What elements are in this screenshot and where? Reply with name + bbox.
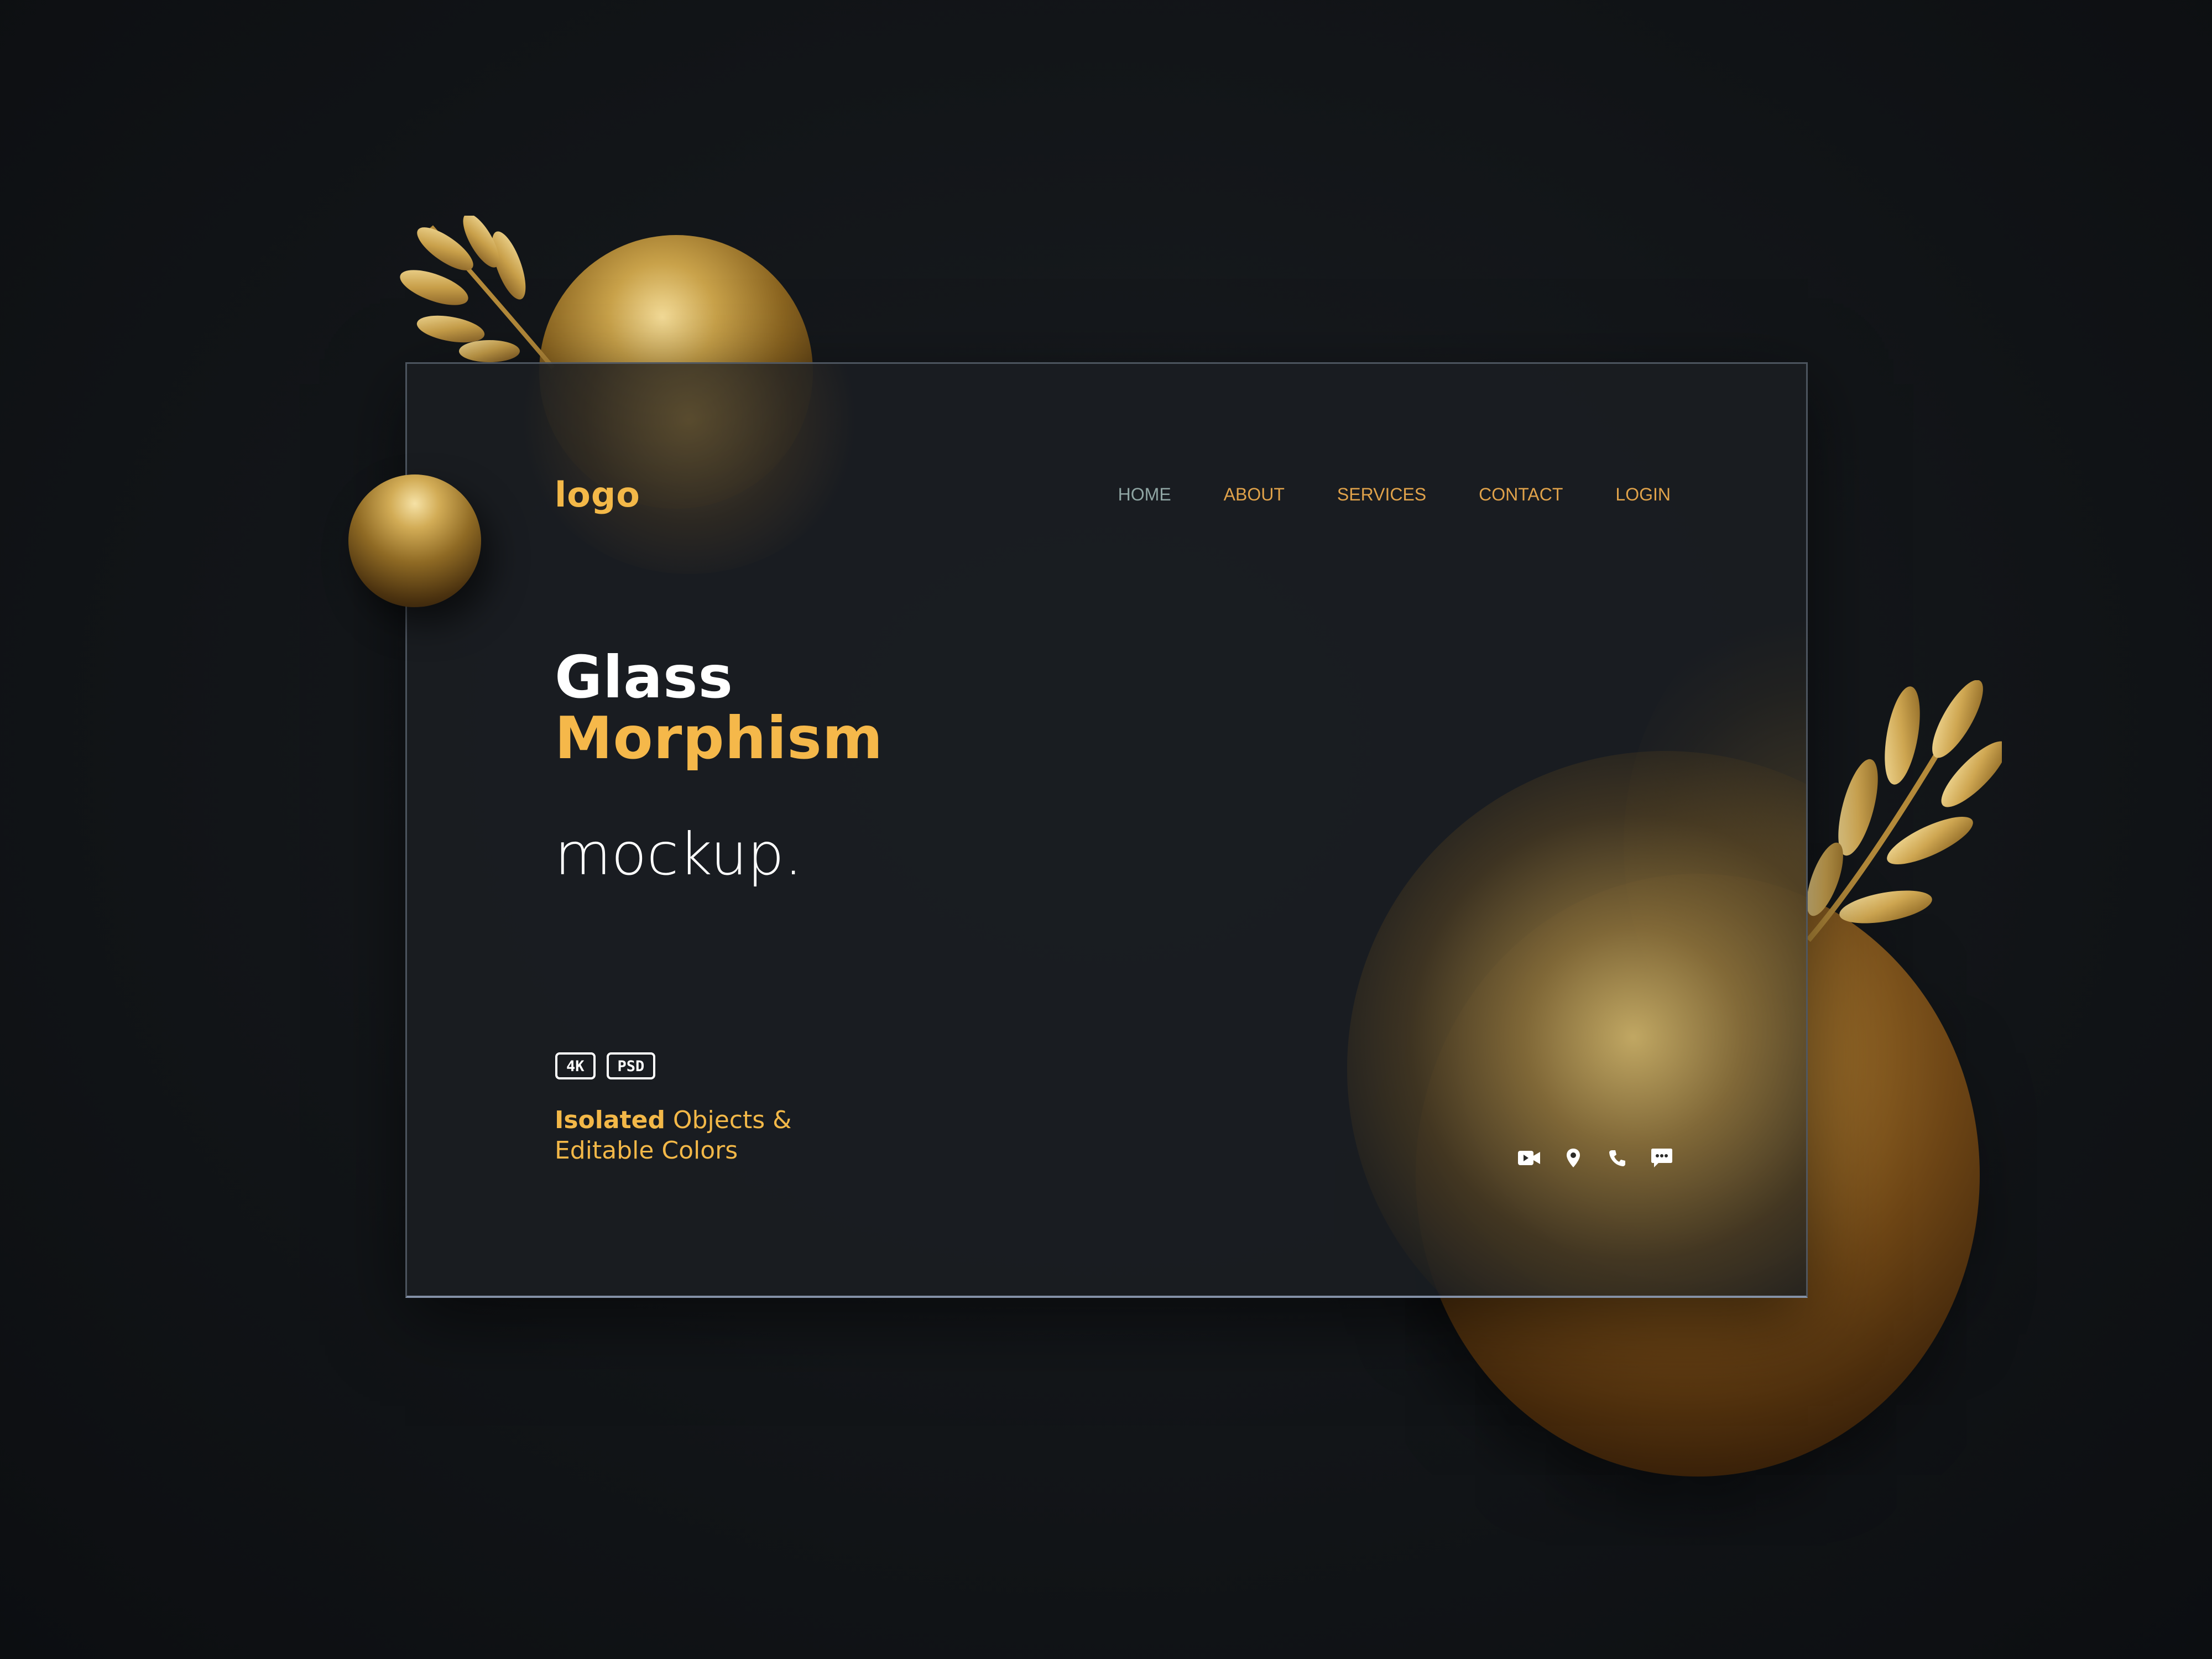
main-nav: HOME ABOUT SERVICES CONTACT LOGIN — [1118, 484, 1671, 505]
gold-leaf-top-decoration — [398, 213, 575, 371]
format-badges: 4K PSD — [555, 1052, 656, 1079]
logo[interactable]: logo — [555, 474, 640, 515]
phone-icon[interactable] — [1606, 1146, 1629, 1170]
badge-psd: PSD — [606, 1052, 656, 1079]
badge-4k: 4K — [555, 1052, 596, 1079]
location-pin-icon[interactable] — [1562, 1146, 1585, 1170]
gold-leaf-right-decoration — [1792, 680, 2007, 990]
glass-card: logo HOME ABOUT SERVICES CONTACT LOGIN G… — [405, 362, 1808, 1298]
glass-glow-bottom-right — [1347, 751, 1806, 1296]
tagline: Isolated Objects & Editable Colors — [555, 1105, 791, 1166]
chat-icon[interactable] — [1650, 1146, 1673, 1170]
tagline-bold: Isolated — [555, 1106, 665, 1134]
hero-title-line1: Glass — [555, 644, 734, 711]
tagline-line1-rest: Objects & — [665, 1106, 792, 1134]
nav-item-contact[interactable]: CONTACT — [1479, 484, 1563, 505]
nav-item-login[interactable]: LOGIN — [1615, 484, 1671, 505]
hero-title-line2: Morphism — [555, 705, 884, 772]
nav-item-home[interactable]: HOME — [1118, 484, 1171, 505]
glass-glow-top — [518, 364, 860, 574]
nav-item-services[interactable]: SERVICES — [1337, 484, 1426, 505]
nav-item-about[interactable]: ABOUT — [1224, 484, 1285, 505]
contact-icons — [1517, 1146, 1673, 1170]
gold-sphere-small-decoration — [348, 474, 481, 607]
hero-subtitle: mockup. — [555, 821, 803, 888]
scene: logo HOME ABOUT SERVICES CONTACT LOGIN G… — [0, 0, 2212, 1659]
video-icon[interactable] — [1517, 1146, 1541, 1170]
tagline-line2: Editable Colors — [555, 1136, 738, 1165]
